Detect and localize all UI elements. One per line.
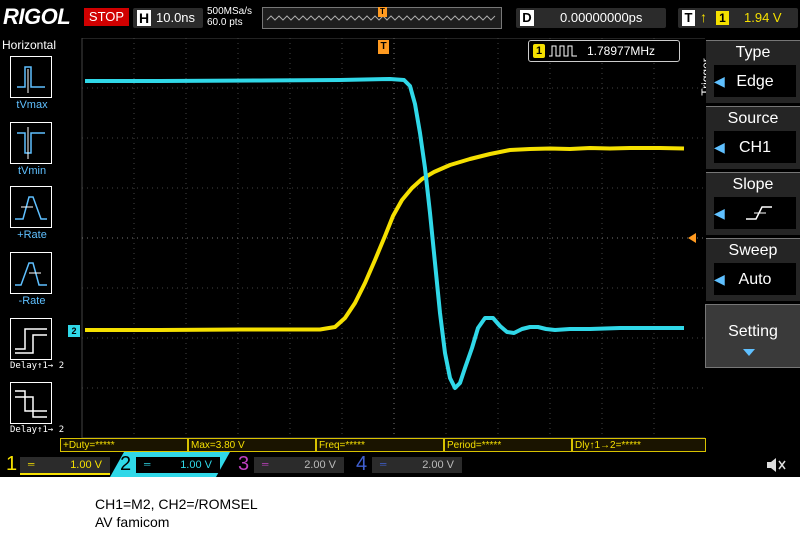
trigger-sweep-button[interactable]: Sweep ◀ Auto xyxy=(706,238,800,301)
trigger-source-title: Source xyxy=(727,110,779,127)
ch1-number[interactable]: 1 xyxy=(6,453,17,475)
trigger-source-selector[interactable]: ◀ CH1 xyxy=(714,131,796,163)
channel-bar: 1 ═ 1.00 V 2 ═ 1.00 V 3 ═ 2.00 V 4 ═ 2.0… xyxy=(0,452,800,477)
horizontal-measure-menu: Horizontal tVmax tVmin +Rate -Rate Delay… xyxy=(0,36,65,452)
trigger-setting-button[interactable]: Setting xyxy=(705,304,800,368)
pulse-train-icon xyxy=(549,45,577,57)
delay-fall-icon xyxy=(10,382,52,424)
dc-coupling-icon: ═ xyxy=(144,459,151,469)
trigger-slope-button[interactable]: Slope ◀ xyxy=(706,172,800,235)
negative-rate-label: -Rate xyxy=(18,295,46,307)
trigger-slope-selector[interactable]: ◀ xyxy=(714,197,796,229)
horizontal-letter: H xyxy=(137,10,151,26)
delay-rise-label: Delay↑1→ 2 xyxy=(10,361,65,371)
frequency-counter: 1 1.78977MHz xyxy=(528,40,680,62)
timebase-value: 10.0ns xyxy=(156,10,196,25)
measure-tvmax[interactable]: tVmax xyxy=(10,56,54,111)
trigger-level-value: 1.94 V xyxy=(744,10,782,25)
brand-logo: RIGOL xyxy=(3,4,71,29)
trigger-source-button[interactable]: Source ◀ CH1 xyxy=(706,106,800,169)
measure-positive-rate[interactable]: +Rate xyxy=(10,186,54,241)
trigger-setting-title: Setting xyxy=(728,323,778,340)
measure-delay-fall[interactable]: Delay↑1→ 2 xyxy=(10,382,65,436)
trigger-menu: Trigger Type ◀ Edge Source ◀ CH1 Slope ◀… xyxy=(699,36,800,456)
chevron-down-icon xyxy=(743,349,755,356)
ch4-scale: 2.00 V xyxy=(422,459,454,471)
measurement-duty[interactable]: +Duty=***** xyxy=(60,438,188,452)
dc-coupling-icon: ═ xyxy=(262,459,269,469)
measurement-delay[interactable]: Dly↑1→2=***** xyxy=(572,438,706,452)
rising-edge-icon: ↑ xyxy=(700,9,707,25)
ch2-ground-marker: 2 xyxy=(68,325,80,337)
delay-fall-label: Delay↑1→ 2 xyxy=(10,425,65,435)
trigger-status[interactable]: T ↑ 1 1.94 V xyxy=(678,8,798,28)
measurement-freq[interactable]: Freq=***** xyxy=(316,438,444,452)
positive-rate-icon xyxy=(10,186,52,228)
trigger-source-badge: 1 xyxy=(716,11,729,25)
ch3-scale-box[interactable]: ═ 2.00 V xyxy=(254,457,344,473)
tvmin-icon xyxy=(10,122,52,164)
measurement-period[interactable]: Period=***** xyxy=(444,438,572,452)
ch2-scale-box[interactable]: ═ 1.00 V xyxy=(136,457,220,473)
speaker-muted-icon[interactable] xyxy=(765,456,787,474)
ch2-number[interactable]: 2 xyxy=(120,453,131,475)
measure-delay-rise[interactable]: Delay↑1→ 2 xyxy=(10,318,65,372)
counter-value: 1.78977MHz xyxy=(587,44,656,58)
rising-edge-icon xyxy=(746,206,772,220)
dc-coupling-icon: ═ xyxy=(28,459,35,469)
trigger-letter: T xyxy=(682,10,695,26)
caption-line-1: CH1=M2, CH2=/ROMSEL xyxy=(95,496,258,512)
trigger-sweep-title: Sweep xyxy=(728,242,778,259)
delay-value: 0.00000000ps xyxy=(560,10,643,25)
ch2-scale: 1.00 V xyxy=(180,459,212,471)
tvmin-label: tVmin xyxy=(17,165,47,177)
memory-trigger-marker: T xyxy=(378,7,387,17)
delay-rise-icon xyxy=(10,318,52,360)
ch3-scale: 2.00 V xyxy=(304,459,336,471)
measurement-bar: +Duty=***** Max=3.80 V Freq=***** Period… xyxy=(60,438,706,452)
image-caption: CH1=M2, CH2=/ROMSEL AV famicom xyxy=(95,495,258,531)
trigger-sweep-selector[interactable]: ◀ Auto xyxy=(714,263,796,295)
sample-rate: 500MSa/s xyxy=(207,6,253,17)
ch3-number[interactable]: 3 xyxy=(238,453,249,475)
ch1-scale-box[interactable]: ═ 1.00 V xyxy=(20,457,110,475)
dc-coupling-icon: ═ xyxy=(380,459,387,469)
trigger-position-marker: T xyxy=(378,40,389,54)
left-arrow-icon: ◀ xyxy=(714,205,725,221)
measure-tvmin[interactable]: tVmin xyxy=(10,122,54,177)
trigger-type-button[interactable]: Type ◀ Edge xyxy=(706,40,800,103)
negative-rate-icon xyxy=(10,252,52,294)
ch1-scale: 1.00 V xyxy=(70,459,102,471)
counter-channel-badge: 1 xyxy=(533,44,545,58)
horizontal-menu-title: Horizontal xyxy=(2,38,57,52)
measure-negative-rate[interactable]: -Rate xyxy=(10,252,54,307)
trigger-level-marker xyxy=(688,233,696,243)
trigger-type-value: Edge xyxy=(736,73,774,90)
run-stop-status[interactable]: STOP xyxy=(84,8,129,26)
trigger-source-value: CH1 xyxy=(738,139,771,156)
caption-line-2: AV famicom xyxy=(95,514,170,530)
trigger-sweep-value: Auto xyxy=(738,271,772,288)
ch1-waveform xyxy=(85,146,685,332)
tvmax-icon xyxy=(10,56,52,98)
ch4-number[interactable]: 4 xyxy=(356,453,367,475)
measurement-max[interactable]: Max=3.80 V xyxy=(188,438,316,452)
memory-depth: 60.0 pts xyxy=(207,17,243,28)
memory-position-bar[interactable]: T xyxy=(262,7,502,29)
acquisition-info: 500MSa/s 60.0 pts xyxy=(207,6,252,28)
top-status-bar: RIGOL STOP H 10.0ns 500MSa/s 60.0 pts T … xyxy=(0,0,800,36)
ch4-scale-box[interactable]: ═ 2.00 V xyxy=(372,457,462,473)
trigger-type-selector[interactable]: ◀ Edge xyxy=(714,65,796,97)
trigger-type-title: Type xyxy=(735,44,771,61)
oscilloscope-screen: RIGOL STOP H 10.0ns 500MSa/s 60.0 pts T … xyxy=(0,0,800,477)
graticule xyxy=(81,38,706,438)
tvmax-label: tVmax xyxy=(16,99,48,111)
horizontal-timebase[interactable]: H 10.0ns xyxy=(133,8,203,28)
waveform-display[interactable] xyxy=(60,38,706,438)
delay-letter: D xyxy=(520,10,534,26)
trigger-slope-title: Slope xyxy=(732,176,774,193)
delay-display[interactable]: D 0.00000000ps xyxy=(516,8,666,28)
positive-rate-label: +Rate xyxy=(17,229,47,241)
